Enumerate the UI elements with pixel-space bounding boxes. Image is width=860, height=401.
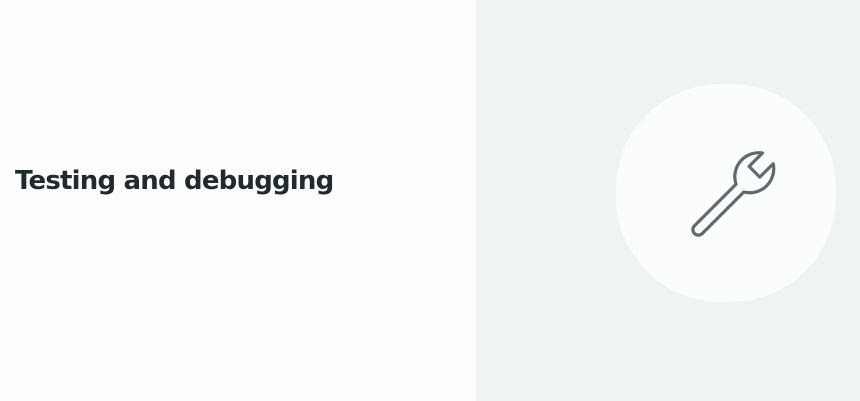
text-panel: Testing and debugging [0,0,476,401]
illustration-panel [476,0,860,401]
icon-badge [616,84,836,302]
wrench-icon [691,151,776,237]
card-title: Testing and debugging [15,166,334,196]
feature-card: Testing and debugging [0,0,860,401]
